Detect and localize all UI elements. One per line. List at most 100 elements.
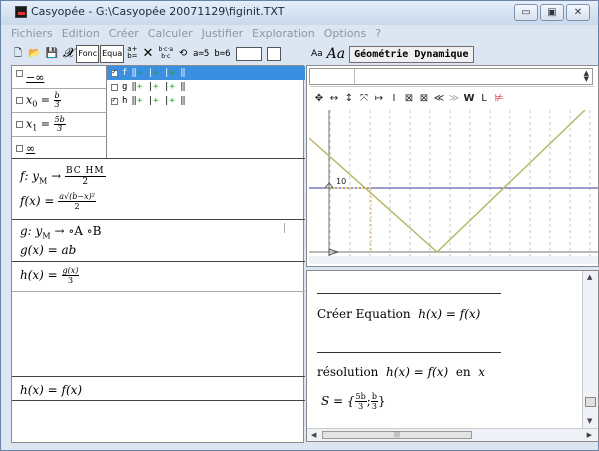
right-toolbar: Aa Aa Géométrie Dynamique xyxy=(307,43,599,65)
rewind-icon[interactable]: ≪ xyxy=(433,93,445,104)
delete-icon[interactable]: ✕ xyxy=(141,45,156,63)
expression-g-formula[interactable]: g(x) = ab xyxy=(20,243,76,257)
function-row-h[interactable]: ✓ h ‖+ |+ |+ ‖ xyxy=(107,94,305,108)
title-bar: Casyopée - G:\Casyopée 20071129\figinit.… xyxy=(1,1,598,25)
expression-equation[interactable]: h(x) = f(x) xyxy=(20,383,82,397)
bound-minus-infinity: −∞ xyxy=(26,71,45,84)
style-marks: ‖+ |+ |+ ‖ xyxy=(131,96,186,106)
refresh-icon[interactable]: ⟲ xyxy=(176,45,190,63)
param-slider-field[interactable] xyxy=(266,47,281,61)
forward-icon[interactable]: ≫ xyxy=(448,93,460,104)
param-b-button[interactable]: b=6 xyxy=(212,45,232,63)
algebra-panel: −∞ x0 = b3 x1 = 5b 3 ∞ ✓ f ‖+ |+ |+ ‖ g … xyxy=(11,65,305,443)
list-item[interactable]: x1 = 5b 3 xyxy=(12,113,106,137)
list-item[interactable]: −∞ xyxy=(12,66,106,89)
geometry-panel: ▲ ▼ ✥ ↔ ↕ ⤧ ↦ I ⊠ ⊠ ≪ ≫ W L ⊭ 10 xyxy=(306,65,599,267)
move-icon[interactable]: ✥ xyxy=(313,93,325,104)
expression-f-definition[interactable]: f: yM → BC HM 2 xyxy=(20,166,106,187)
vertical-stretch-icon[interactable]: ↕ xyxy=(343,93,355,104)
dynamic-geometry-button[interactable]: Géométrie Dynamique xyxy=(349,45,474,63)
checkbox[interactable] xyxy=(16,70,23,77)
font-large-button[interactable]: Aa xyxy=(327,46,345,62)
scroll-thumb[interactable] xyxy=(585,397,596,407)
y-axis-label: 10 xyxy=(336,177,346,186)
solution-set: S = {5b 3; b 3} xyxy=(321,392,386,411)
scroll-right-icon[interactable]: ▶ xyxy=(587,431,592,439)
checkbox[interactable]: ✓ xyxy=(111,96,118,105)
graph-scrollbar[interactable] xyxy=(309,256,598,264)
checkbox[interactable] xyxy=(16,97,23,104)
divider xyxy=(12,261,305,262)
function-row-g[interactable]: g ‖+ |+ |+ ‖ xyxy=(107,80,305,94)
menu-justifier[interactable]: Justifier xyxy=(198,25,249,43)
scroll-left-icon[interactable]: ◀ xyxy=(311,431,316,439)
checkbox[interactable] xyxy=(16,121,23,128)
close-button[interactable]: ✕ xyxy=(566,4,590,21)
menu-options[interactable]: Options xyxy=(320,25,371,43)
function-row-f[interactable]: ✓ f ‖+ |+ |+ ‖ xyxy=(107,66,305,80)
vertical-bar-icon[interactable]: I xyxy=(388,93,400,104)
divider xyxy=(317,293,501,294)
param-a-button[interactable]: a=5 xyxy=(191,45,211,63)
resolution-line: résolution h(x) = f(x) en x xyxy=(317,365,486,379)
checkbox[interactable] xyxy=(16,145,23,152)
scroll-thumb[interactable]: ||| xyxy=(322,431,472,439)
checkbox[interactable] xyxy=(111,83,118,91)
function-list: ✓ f ‖+ |+ |+ ‖ g ‖+ |+ |+ ‖ ✓ h ‖+ |+ |+… xyxy=(107,66,305,111)
cursor-mark xyxy=(284,223,285,233)
param-value-field[interactable] xyxy=(235,47,262,61)
w-icon[interactable]: W xyxy=(463,93,475,104)
cross-move-icon[interactable]: ⤧ xyxy=(358,93,370,104)
menu-creer[interactable]: Créer xyxy=(105,25,144,43)
corner-icon[interactable]: L xyxy=(478,93,490,104)
divider xyxy=(12,376,305,377)
function-name: h xyxy=(122,96,128,106)
menu-edition[interactable]: Edition xyxy=(58,25,105,43)
save-icon[interactable]: 💾 xyxy=(43,45,59,63)
calc-icon[interactable]: b·c·a b·c xyxy=(156,45,175,63)
window-title: Casyopée - G:\Casyopée 20071129\figinit.… xyxy=(31,5,285,18)
main-toolbar: 🗋 📂 💾 𝓧 Fonc Equa a+ b= ✕ b·c·a b·c ⟲ a=… xyxy=(11,43,303,65)
open-folder-icon[interactable]: 📂 xyxy=(26,45,42,63)
divider xyxy=(12,291,305,292)
casyopee-app-icon xyxy=(15,6,27,18)
new-file-icon[interactable]: 🗋 xyxy=(11,45,25,63)
grid2-icon[interactable]: ⊠ xyxy=(418,93,430,104)
spin-icon[interactable]: ▲ ▼ xyxy=(584,70,589,83)
equa-button[interactable]: Equa xyxy=(100,45,125,63)
menu-exploration[interactable]: Exploration xyxy=(248,25,320,43)
variable-x-icon[interactable]: 𝓧 xyxy=(61,45,76,63)
divider xyxy=(12,400,305,401)
bound-x0: x0 = b3 xyxy=(26,91,61,109)
menu-help[interactable]: ? xyxy=(371,25,386,43)
expression-f-formula[interactable]: f(x) = a√(b−x)² 2 xyxy=(20,192,96,211)
expression-g-definition[interactable]: g: yM → ∘A ∘B xyxy=(20,224,101,240)
delete-tool-icon[interactable]: ⊭ xyxy=(493,93,505,104)
maximize-button[interactable]: ▣ xyxy=(540,4,564,21)
checkbox[interactable]: ✓ xyxy=(111,68,118,77)
minimize-button[interactable]: ▭ xyxy=(514,4,538,21)
transform-icon[interactable]: a+ b= xyxy=(125,45,139,63)
expression-h-formula[interactable]: h(x) = g(x) 3 xyxy=(20,266,80,285)
segment-icon[interactable]: ↦ xyxy=(373,93,385,104)
app-window: Casyopée - G:\Casyopée 20071129\figinit.… xyxy=(0,0,599,451)
vertical-scrollbar[interactable]: ▲ ▼ xyxy=(582,271,598,429)
list-item[interactable]: ∞ xyxy=(12,137,106,157)
create-equation-line: Créer Equation h(x) = f(x) xyxy=(317,307,481,321)
bound-x1: x1 = 5b 3 xyxy=(26,115,66,133)
menu-calculer[interactable]: Calculer xyxy=(144,25,198,43)
font-small-button[interactable]: Aa xyxy=(311,49,323,59)
horizontal-stretch-icon[interactable]: ↔ xyxy=(328,93,340,104)
scroll-up-icon[interactable]: ▲ xyxy=(587,273,592,281)
function-name: g xyxy=(122,82,128,92)
scroll-down-icon[interactable]: ▼ xyxy=(587,417,592,425)
menu-fichiers[interactable]: Fichiers xyxy=(7,25,58,43)
horizontal-scrollbar[interactable]: ◀ ||| ▶ xyxy=(307,428,598,441)
grid-icon[interactable]: ⊠ xyxy=(403,93,415,104)
fonc-button[interactable]: Fonc xyxy=(76,45,100,63)
graph-canvas[interactable]: 10 xyxy=(308,109,598,264)
divider xyxy=(317,352,501,353)
geometry-command-field[interactable]: ▲ ▼ xyxy=(309,68,594,87)
list-item[interactable]: x0 = b3 xyxy=(12,89,106,113)
divider xyxy=(12,219,305,220)
